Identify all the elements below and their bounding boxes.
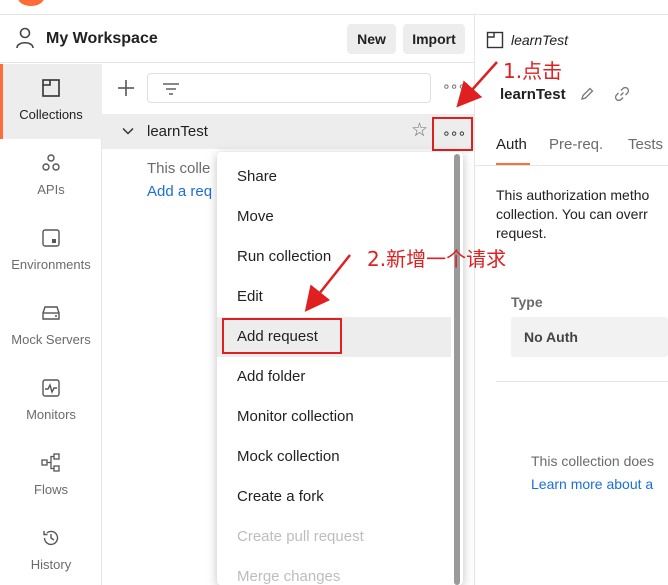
collection-item[interactable]: learnTest ☆ ∘∘∘ [102, 114, 474, 151]
sidebar-item-flows[interactable]: Flows [0, 439, 102, 514]
sidebar-item-history[interactable]: History [0, 514, 102, 585]
sidebar-item-monitors[interactable]: Monitors [0, 364, 102, 439]
postman-logo-icon [18, 0, 44, 6]
tab-pre-request[interactable]: Pre-req. [549, 136, 603, 153]
menu-item-mock-collection[interactable]: Mock collection [217, 437, 451, 477]
sidebar-item-label: Monitors [26, 407, 76, 422]
auth-description: This authorization metho collection. You… [496, 186, 668, 243]
auth-description-line: This authorization metho [496, 187, 650, 203]
chevron-down-icon[interactable] [122, 125, 134, 137]
more-options-icon[interactable]: ∘∘∘ [442, 78, 466, 95]
auth-note-text: This collection does [531, 453, 654, 469]
empty-collection-text: This colle [147, 160, 211, 177]
monitors-icon [42, 379, 60, 397]
collection-more-button[interactable]: ∘∘∘ [432, 117, 473, 151]
tab-auth[interactable]: Auth [496, 136, 527, 153]
workspace-header: My Workspace New Import [0, 15, 474, 63]
pencil-icon[interactable] [579, 86, 595, 102]
breadcrumb[interactable]: learnTest [511, 32, 568, 48]
app-window: My Workspace New Import Collections APIs [0, 0, 668, 585]
auth-description-line: request. [496, 225, 547, 241]
menu-item-share[interactable]: Share [217, 157, 451, 197]
sidebar-item-label: Flows [34, 482, 68, 497]
new-button[interactable]: New [347, 24, 396, 54]
sidebar-item-label: Collections [19, 107, 83, 122]
menu-item-monitor-collection[interactable]: Monitor collection [217, 397, 451, 437]
star-icon[interactable]: ☆ [411, 121, 428, 141]
annotation-highlight-box [222, 318, 342, 354]
plus-icon[interactable] [114, 76, 138, 100]
more-options-icon: ∘∘∘ [442, 125, 466, 141]
sidebar-item-label: Environments [11, 257, 91, 272]
annotation-step2: 2.新增一个请求 [367, 247, 507, 271]
sidebar-item-environments[interactable]: Environments [0, 214, 102, 289]
sidebar-item-apis[interactable]: APIs [0, 139, 102, 214]
menu-item-edit[interactable]: Edit [217, 277, 451, 317]
auth-type-select[interactable]: No Auth [511, 317, 668, 357]
mock-servers-icon [42, 306, 60, 320]
workspace-title[interactable]: My Workspace [46, 30, 158, 48]
menu-item-add-folder[interactable]: Add folder [217, 357, 451, 397]
menu-item-create-pull-request: Create pull request [237, 528, 364, 545]
user-icon [16, 27, 34, 49]
divider [496, 381, 668, 382]
sidebar-item-label: Mock Servers [11, 332, 91, 347]
collection-context-menu: Share Move Run collection Edit Add reque… [217, 152, 463, 585]
filter-icon [163, 83, 179, 95]
link-icon[interactable] [614, 86, 630, 102]
auth-description-line: collection. You can overr [496, 206, 648, 222]
sidebar-item-label: History [30, 557, 72, 572]
annotation-step1: 1.点击 [503, 59, 563, 83]
menu-item-move[interactable]: Move [217, 197, 451, 237]
add-request-link[interactable]: Add a req [147, 183, 212, 200]
sidebar-item-label: APIs [37, 182, 65, 197]
sidebar-item-mock-servers[interactable]: Mock Servers [0, 289, 102, 364]
tab-tests[interactable]: Tests [628, 136, 663, 153]
collections-icon [42, 79, 60, 97]
flows-icon [41, 453, 60, 472]
auth-type-value: No Auth [524, 329, 578, 345]
sidebar-rail: Collections APIs Environments Mock Serve… [0, 64, 102, 585]
menu-item-merge-changes: Merge changes [237, 568, 341, 585]
apis-icon [42, 154, 60, 171]
collection-name[interactable]: learnTest [147, 123, 208, 140]
page-title[interactable]: learnTest [500, 86, 566, 103]
history-icon [43, 530, 59, 546]
menu-scrollbar[interactable] [454, 154, 460, 585]
learn-more-link[interactable]: Learn more about a [531, 476, 653, 492]
type-label: Type [511, 294, 543, 310]
import-button[interactable]: Import [403, 24, 465, 54]
environments-icon [42, 229, 60, 247]
collection-icon [486, 31, 504, 49]
pane-divider [474, 15, 475, 585]
tabs-divider [475, 165, 668, 166]
filter-input[interactable] [147, 73, 431, 103]
top-strip [0, 0, 668, 14]
sidebar-item-collections[interactable]: Collections [0, 64, 102, 139]
menu-item-create-fork[interactable]: Create a fork [217, 477, 451, 517]
